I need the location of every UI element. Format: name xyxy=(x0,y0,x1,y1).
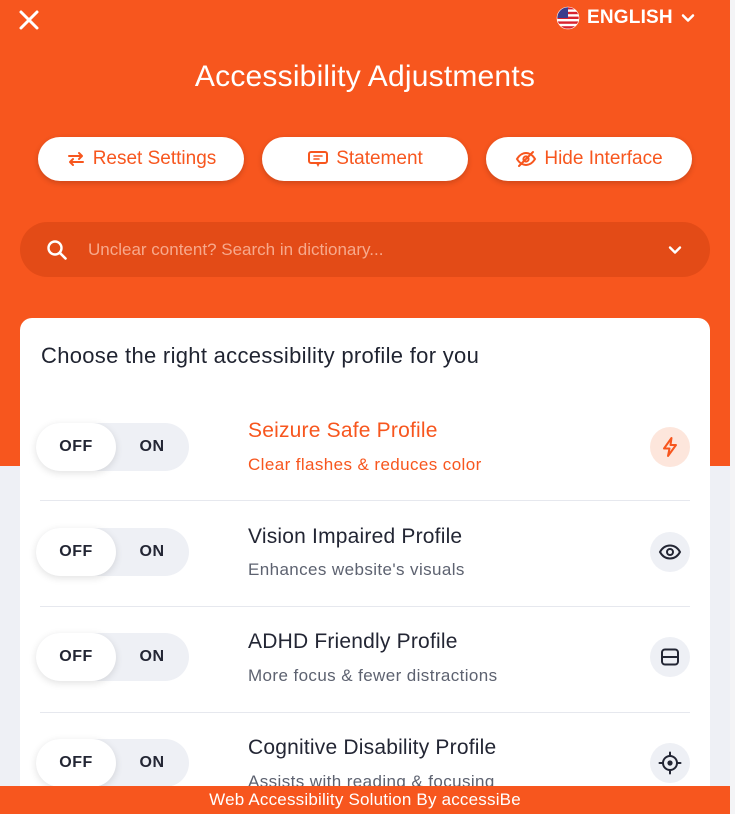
toggle-on-option[interactable]: ON xyxy=(122,528,182,576)
profile-name: Seizure Safe Profile xyxy=(248,419,438,442)
close-button[interactable] xyxy=(16,7,42,33)
toggle-on-option[interactable]: ON xyxy=(122,423,182,471)
toggle-off-option[interactable]: OFF xyxy=(36,423,116,471)
footer-credit-link[interactable]: Web Accessibility Solution By accessiBe xyxy=(0,786,730,814)
vision-impaired-toggle[interactable]: OFF ON xyxy=(36,528,189,576)
statement-icon xyxy=(308,151,329,167)
profile-name: Vision Impaired Profile xyxy=(248,525,463,548)
hide-interface-label: Hide Interface xyxy=(544,148,663,169)
hide-interface-button[interactable]: Hide Interface xyxy=(486,137,692,181)
chevron-down-icon[interactable] xyxy=(666,241,684,259)
cognitive-disability-toggle[interactable]: OFF ON xyxy=(36,739,189,787)
profile-row-vision-impaired: OFF ON Vision Impaired Profile Enhances … xyxy=(36,500,690,607)
dictionary-search-bar xyxy=(20,222,710,277)
profiles-card: Choose the right accessibility profile f… xyxy=(20,318,710,798)
eye-icon xyxy=(650,532,690,572)
focus-frame-icon xyxy=(650,637,690,677)
profile-name: Cognitive Disability Profile xyxy=(248,736,497,759)
reset-settings-label: Reset Settings xyxy=(92,148,217,169)
toggle-off-option[interactable]: OFF xyxy=(36,528,116,576)
profile-name: ADHD Friendly Profile xyxy=(248,630,458,653)
profiles-heading: Choose the right accessibility profile f… xyxy=(41,343,480,368)
us-flag-icon xyxy=(556,6,580,30)
toggle-on-option[interactable]: ON xyxy=(122,633,182,681)
dictionary-search-input[interactable] xyxy=(86,238,630,261)
language-label: ENGLISH xyxy=(587,7,673,28)
profile-row-adhd-friendly: OFF ON ADHD Friendly Profile More focus … xyxy=(36,606,690,713)
scrollbar-track[interactable] xyxy=(730,0,735,814)
chevron-down-icon xyxy=(681,14,695,22)
page-title: Accessibility Adjustments xyxy=(194,60,536,93)
statement-button[interactable]: Statement xyxy=(262,137,468,181)
reset-arrows-icon xyxy=(67,152,84,166)
target-icon xyxy=(650,743,690,783)
toggle-off-option[interactable]: OFF xyxy=(36,739,116,787)
statement-label: Statement xyxy=(336,148,423,169)
eye-slash-icon xyxy=(516,151,537,167)
adhd-friendly-toggle[interactable]: OFF ON xyxy=(36,633,189,681)
search-icon xyxy=(47,239,67,260)
toggle-on-option[interactable]: ON xyxy=(122,739,182,787)
reset-settings-button[interactable]: Reset Settings xyxy=(38,137,244,181)
profile-description: Clear flashes & reduces color xyxy=(248,455,482,474)
profile-row-seizure-safe: OFF ON Seizure Safe Profile Clear flashe… xyxy=(36,394,690,501)
profile-description: Enhances website's visuals xyxy=(248,560,465,579)
lightning-icon xyxy=(650,427,690,467)
close-icon xyxy=(19,10,39,30)
toggle-off-option[interactable]: OFF xyxy=(36,633,116,681)
language-selector[interactable]: ENGLISH xyxy=(556,6,696,30)
profile-description: More focus & fewer distractions xyxy=(248,666,498,685)
seizure-safe-toggle[interactable]: OFF ON xyxy=(36,423,189,471)
